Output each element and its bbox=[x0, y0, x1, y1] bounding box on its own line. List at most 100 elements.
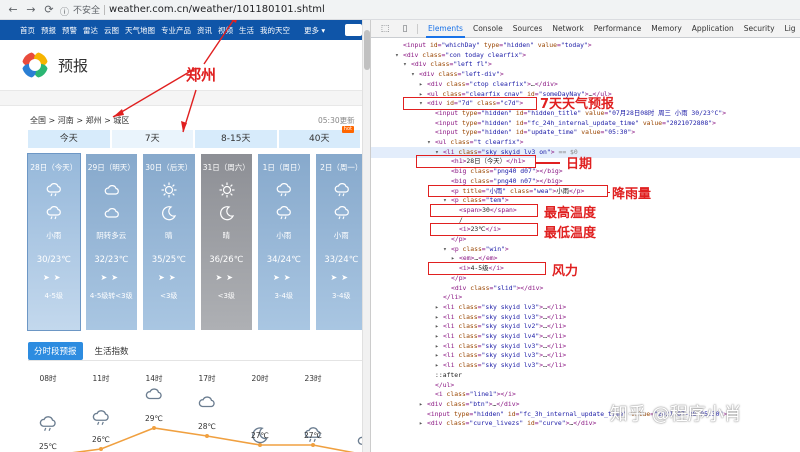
devtools-tab[interactable]: Lig bbox=[785, 20, 796, 38]
reload-icon[interactable]: ⟳ bbox=[42, 3, 56, 17]
day-temperature: 32/23℃ bbox=[94, 255, 129, 265]
weather-page: 首页 预报 预警 雷达 云图 天气地图 专业产品 资讯 视频 生活 我的天空 更多 ▾ 预报 全国 >… bbox=[0, 20, 362, 452]
hour-temp: 26℃ bbox=[92, 435, 110, 444]
tab-hourly[interactable]: 分时段预报 bbox=[28, 342, 83, 360]
cloud-icon bbox=[104, 182, 120, 198]
page-scrollbar[interactable] bbox=[362, 20, 370, 452]
forward-icon[interactable]: → bbox=[24, 3, 38, 17]
wind-direction-icon: ➤➤ bbox=[215, 273, 237, 282]
day-card[interactable]: 28日（今天） 小雨 30/23℃ ➤➤ 4-5级 bbox=[27, 153, 81, 331]
hour-temp: 2 bbox=[351, 441, 362, 450]
hour-temp: 27℃ bbox=[304, 431, 322, 440]
wind-direction-icon: ➤➤ bbox=[100, 273, 122, 282]
day-weather: 晴 bbox=[222, 231, 231, 240]
seven-day-list: 28日（今天） 小雨 30/23℃ ➤➤ 4-5级 29日（明天） 阴转多云 32/23℃ ➤➤… bbox=[27, 153, 362, 331]
annotation-rain: 降雨量 bbox=[612, 186, 652, 202]
day-card[interactable]: 29日（明天） 阴转多云 32/23℃ ➤➤ 4-5级转<3级 bbox=[85, 154, 137, 330]
hour-time: 17时 bbox=[198, 374, 216, 383]
day-wind: <3级 bbox=[160, 292, 178, 300]
rain-cloud-icon bbox=[39, 415, 57, 433]
highlight-box-date bbox=[416, 155, 536, 169]
wind-direction-icon: ➤➤ bbox=[43, 273, 65, 282]
day-temperature: 33/24℃ bbox=[324, 255, 359, 265]
hour-temp: 25℃ bbox=[39, 442, 57, 451]
insecure-label: 不安全 bbox=[73, 6, 101, 16]
watermark: 知乎 @程序小肖 bbox=[610, 404, 742, 425]
day-date: 1日（周日） bbox=[262, 163, 305, 172]
inspect-icon[interactable]: ⬚ bbox=[379, 23, 391, 35]
day-weather: 阴转多云 bbox=[96, 231, 127, 240]
day-weather: 晴 bbox=[165, 231, 173, 240]
wind-direction-icon: ➤➤ bbox=[273, 273, 295, 282]
day-weather: 小雨 bbox=[46, 231, 62, 240]
highlight-box-min bbox=[430, 223, 538, 236]
day-temperature: 35/25℃ bbox=[151, 255, 186, 265]
sub-tabs: 分时段预报 生活指数 bbox=[28, 342, 141, 360]
moon-icon bbox=[161, 205, 177, 221]
hour-time: 23时 bbox=[304, 374, 322, 383]
day-card[interactable]: 30日（后天） 晴 35/25℃ ➤➤ <3级 bbox=[143, 154, 195, 330]
devtools-tab[interactable]: Sources bbox=[513, 20, 543, 38]
warning-icon: ⓘ bbox=[60, 7, 70, 18]
divider bbox=[104, 4, 106, 15]
devtools-tab[interactable]: Application bbox=[692, 20, 734, 38]
address-bar: ← → ⟳ ⓘ 不安全 weather.com.cn/weather/10118… bbox=[0, 0, 800, 20]
dom-node[interactable]: ▸ <div class="curve_livezs" id="curve">…<… bbox=[371, 418, 596, 429]
expand-icon[interactable]: ▸ bbox=[419, 418, 427, 429]
day-weather: 小雨 bbox=[333, 231, 349, 240]
day-temperature: 36/26℃ bbox=[209, 255, 244, 265]
annotation-line bbox=[608, 191, 610, 193]
temp-point bbox=[205, 434, 209, 438]
annotation-min-temp: 最低温度 bbox=[544, 226, 597, 242]
url-input[interactable]: weather.com.cn/weather/101180101.shtml bbox=[109, 4, 325, 15]
divider bbox=[28, 360, 362, 361]
rain-cloud-icon bbox=[334, 182, 350, 198]
annotation-date: 日期 bbox=[566, 157, 593, 173]
day-weather: 小雨 bbox=[276, 231, 292, 240]
day-date: 28日（今天） bbox=[30, 163, 78, 172]
annotation-line bbox=[536, 162, 560, 164]
day-date: 31日（周六） bbox=[202, 163, 250, 172]
devtools-tabbar: ⬚ ▯ Elements Console Sources Network Perform… bbox=[371, 20, 800, 38]
annotation-7day: 7天天气预报 bbox=[540, 97, 615, 113]
rain-cloud-icon bbox=[276, 182, 292, 198]
devtools-tab[interactable]: Network bbox=[552, 20, 583, 38]
devtools-tab[interactable]: Elements bbox=[426, 20, 465, 38]
temp-point bbox=[152, 426, 156, 430]
hour-time: 08时 bbox=[39, 374, 57, 383]
cloud-icon bbox=[104, 205, 120, 221]
back-icon[interactable]: ← bbox=[6, 3, 20, 17]
cloud-icon bbox=[145, 385, 163, 403]
highlight-box-rain bbox=[428, 184, 608, 198]
hour-temp: 28℃ bbox=[198, 422, 216, 431]
moon-icon bbox=[219, 205, 235, 221]
day-temperature: 30/23℃ bbox=[36, 255, 71, 265]
hour-temp: 27℃ bbox=[251, 431, 269, 440]
devtools-tab[interactable]: Memory bbox=[651, 20, 682, 38]
rain-cloud-icon bbox=[334, 205, 350, 221]
temp-point bbox=[99, 447, 103, 451]
devtools-tab[interactable]: Performance bbox=[594, 20, 642, 38]
annotation-max-temp: 最高温度 bbox=[544, 205, 597, 221]
cloud-icon bbox=[198, 393, 216, 411]
day-temperature: 34/24℃ bbox=[266, 255, 301, 265]
day-wind: 3-4级 bbox=[332, 292, 351, 300]
day-card[interactable]: 31日（周六） 晴 36/26℃ ➤➤ <3级 bbox=[200, 154, 252, 330]
day-wind: <3级 bbox=[217, 292, 235, 300]
highlight-box-wind bbox=[428, 262, 546, 275]
highlight-box-7d bbox=[403, 97, 537, 110]
tab-life-index[interactable]: 生活指数 bbox=[89, 342, 135, 360]
devtools-tab[interactable]: Console bbox=[473, 20, 503, 38]
hour-temp: 29℃ bbox=[145, 414, 163, 423]
devtools-tab[interactable]: Security bbox=[744, 20, 775, 38]
day-card[interactable]: 1日（周日） 小雨 34/24℃ ➤➤ 3-4级 bbox=[258, 154, 310, 330]
device-toolbar-icon[interactable]: ▯ bbox=[399, 23, 411, 35]
rain-cloud-icon bbox=[276, 205, 292, 221]
annotation-arrows bbox=[112, 20, 237, 133]
hourly-forecast: 08时 25℃ 11时 26℃ 14时 29℃ 17时 28℃ 20时 27℃ 23时 27℃ 2 bbox=[0, 373, 362, 452]
wind-direction-icon: ➤➤ bbox=[158, 273, 180, 282]
annotation-wind: 风力 bbox=[552, 264, 579, 280]
rain-cloud-icon bbox=[46, 205, 62, 221]
day-wind: 4-5级转<3级 bbox=[89, 292, 133, 300]
day-card[interactable]: 2日（周一） 小雨 33/24℃ ➤➤ 3-4级 bbox=[315, 154, 362, 330]
